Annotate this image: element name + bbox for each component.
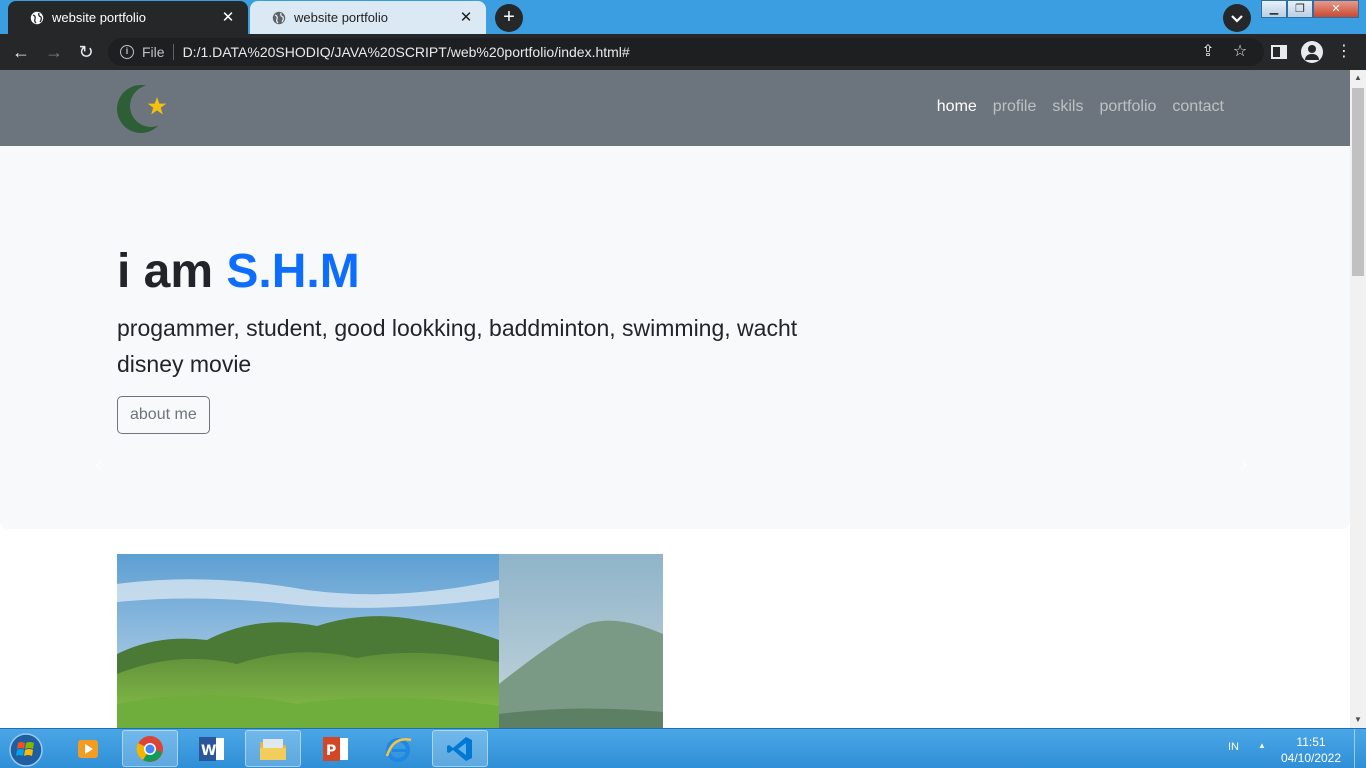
tab-title: website portfolio [52,10,146,25]
language-indicator[interactable]: IN [1228,741,1239,753]
landscape-image [117,554,663,728]
hero-title-prefix: i am [117,245,227,298]
forward-arrow-icon[interactable]: → [42,40,66,64]
share-icon[interactable]: ⇪ [1198,42,1218,62]
browser-tab-inactive[interactable]: website portfolio ✕ [250,1,486,34]
tab-title: website portfolio [294,10,388,25]
nav-link-home[interactable]: home [937,98,977,116]
about-me-button[interactable]: about me [117,396,210,434]
internet-explorer-icon[interactable] [370,730,426,767]
show-hidden-icons-icon[interactable]: ▲ [1258,741,1266,750]
chrome-icon[interactable] [122,730,178,767]
scroll-down-icon[interactable]: ▼ [1350,712,1366,728]
windows-start-icon[interactable] [6,731,44,767]
window-controls: ▁ ❐ ✕ [1261,0,1359,18]
show-desktop-button[interactable] [1354,729,1366,768]
hero-section: i am S.H.M progammer, student, good look… [0,146,1350,529]
nav-links: home profile skils portfolio contact [937,98,1224,116]
new-tab-button[interactable]: + [495,4,523,32]
info-icon[interactable]: i [120,45,134,59]
clock[interactable]: 11:51 04/10/2022 [1276,734,1346,766]
windows-media-player-icon[interactable] [60,730,116,767]
vscode-icon[interactable] [432,730,488,767]
nav-link-portfolio[interactable]: portfolio [1099,98,1156,116]
url-text[interactable]: D:/1.DATA%20SHODIQ/JAVA%20SCRIPT/web%20p… [183,44,630,60]
clock-date: 04/10/2022 [1280,751,1342,765]
profile-avatar-icon[interactable] [1301,41,1323,63]
hero-title: i am S.H.M [117,244,360,299]
nav-link-contact[interactable]: contact [1172,98,1224,116]
minimize-button[interactable]: ▁ [1261,0,1287,18]
carousel-prev-icon[interactable]: ‹ [95,451,111,476]
window-close-button[interactable]: ✕ [1313,0,1359,18]
globe-icon [30,11,44,24]
globe-icon [272,11,286,24]
browser-tab-strip: website portfolio ✕ website portfolio ✕ … [0,0,1366,34]
hero-subtitle: progammer, student, good lookking, baddm… [117,315,798,377]
page-scrollbar[interactable]: ▲ ▼ [1350,70,1366,728]
nav-link-skils[interactable]: skils [1052,98,1083,116]
reload-icon[interactable]: ↻ [74,40,98,64]
bookmark-star-icon[interactable]: ☆ [1230,42,1250,62]
close-tab-icon[interactable]: ✕ [458,9,474,26]
svg-text:W: W [201,743,216,759]
file-explorer-icon[interactable] [245,730,301,767]
side-panel-icon[interactable] [1269,42,1289,62]
divider [172,44,174,60]
svg-text:P: P [326,743,336,759]
powerpoint-icon[interactable]: P [308,730,364,767]
site-navbar: home profile skils portfolio contact [0,70,1350,146]
hero-title-name: S.H.M [226,245,360,298]
tab-search-button[interactable] [1223,4,1251,32]
chevron-down-icon [1231,15,1243,23]
close-tab-icon[interactable]: ✕ [220,9,236,26]
browser-tab-active[interactable]: website portfolio ✕ [8,1,248,34]
maximize-button[interactable]: ❐ [1287,0,1313,18]
carousel-next-icon[interactable]: › [1240,451,1256,476]
nav-link-profile[interactable]: profile [993,98,1037,116]
page-viewport: home profile skils portfolio contact i a… [0,70,1350,728]
address-bar[interactable]: i File D:/1.DATA%20SHODIQ/JAVA%20SCRIPT/… [108,38,1264,66]
file-chip: File [142,44,165,60]
word-icon[interactable]: W [184,730,240,767]
more-menu-icon[interactable]: ⋮ [1334,42,1354,62]
crescent-star-logo[interactable] [117,83,171,135]
clock-time: 11:51 [1296,735,1326,749]
browser-toolbar: ← → ↻ i File D:/1.DATA%20SHODIQ/JAVA%20S… [0,34,1366,70]
scroll-up-icon[interactable]: ▲ [1350,70,1366,86]
scrollbar-thumb[interactable] [1352,88,1364,276]
back-arrow-icon[interactable]: ← [9,40,33,64]
windows-taskbar: W P IN ▲ 11:51 04/10/2022 [0,728,1366,768]
